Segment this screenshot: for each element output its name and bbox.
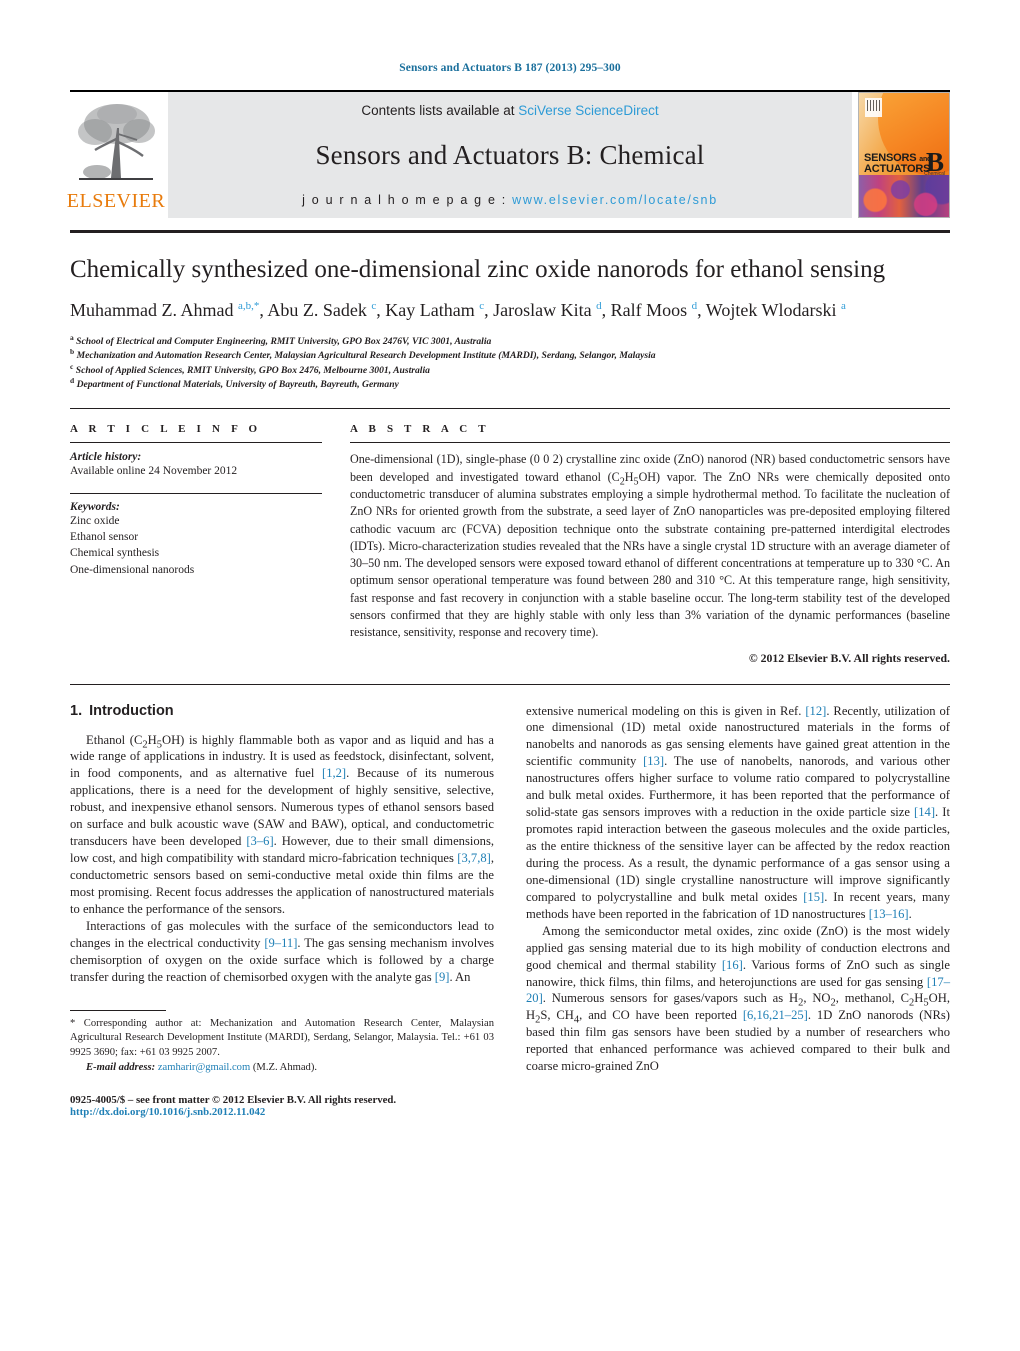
email-link[interactable]: zamharir@gmail.com — [158, 1062, 250, 1073]
paragraph: Interactions of gas molecules with the s… — [70, 918, 494, 984]
author-list: Muhammad Z. Ahmad a,b,*, Abu Z. Sadek c,… — [70, 299, 846, 320]
cover-elsevier-mini-logo-icon — [865, 98, 882, 117]
journal-homepage-line: j o u r n a l h o m e p a g e : www.else… — [302, 193, 718, 207]
email-label: E-mail address: — [86, 1062, 156, 1074]
info-abstract-row: A R T I C L E I N F O Article history: A… — [70, 423, 950, 665]
affiliation-marker-d: d — [70, 375, 75, 385]
section-heading-introduction: 1. Introduction — [70, 703, 494, 719]
affiliation-text-a: School of Electrical and Computer Engine… — [76, 335, 492, 347]
affiliation-text-b: Mechanization and Automation Research Ce… — [76, 350, 656, 362]
journal-title: Sensors and Actuators B: Chemical — [315, 140, 705, 170]
paragraph: Among the semiconductor metal oxides, zi… — [526, 923, 951, 1074]
email-note: E-mail address: zamharir@gmail.com (M.Z.… — [70, 1061, 494, 1076]
article-info-column: A R T I C L E I N F O Article history: A… — [70, 423, 322, 665]
affiliation-text-d: Department of Functional Materials, Univ… — [76, 379, 399, 391]
abstract-rule — [350, 442, 950, 444]
affiliation-d: d Department of Functional Materials, Un… — [70, 375, 950, 392]
section-title: Introduction — [89, 702, 174, 719]
copyright-line: © 2012 Elsevier B.V. All rights reserved… — [748, 650, 950, 665]
abstract-bottom-rule — [70, 683, 950, 685]
paragraph: Ethanol (C2H5OH) is highly flammable bot… — [70, 732, 495, 916]
paper-page: Sensors and Actuators B 187 (2013) 295–3… — [0, 0, 1020, 1351]
masthead-bottom-rule — [70, 230, 950, 233]
cover-series-subtitle: Chemical — [924, 171, 945, 178]
cover-line1: SENSORS — [864, 151, 917, 164]
article-history-value: Available online 24 November 2012 — [70, 465, 238, 478]
homepage-label: j o u r n a l h o m e p a g e : — [302, 193, 507, 207]
corresponding-author-note: * Corresponding author at: Mechanization… — [70, 1017, 494, 1059]
journal-cover-thumbnail: SENSORS and ACTUATORS B Chemical — [858, 92, 950, 218]
paragraph: extensive numerical modeling on this is … — [526, 703, 950, 921]
affiliation-marker-c: c — [70, 361, 74, 371]
footnote-rule — [70, 1009, 166, 1011]
affiliation-a: a School of Electrical and Computer Engi… — [70, 332, 950, 349]
affiliation-text-c: School of Applied Sciences, RMIT Univers… — [75, 364, 430, 376]
contents-prefix: Contents lists available at — [361, 103, 519, 118]
article-history-label: Article history: — [70, 451, 142, 464]
page-title: Chemically synthesized one-dimensional z… — [70, 256, 886, 283]
email-owner: (M.Z. Ahmad). — [252, 1062, 318, 1074]
article-info-heading: A R T I C L E I N F O — [70, 423, 262, 436]
cover-bottom-gradient — [859, 174, 949, 217]
keywords-label: Keywords: — [70, 500, 120, 513]
affiliation-marker-b: b — [70, 347, 75, 357]
abstract-text: One-dimensional (1D), single-phase (0 0 … — [350, 452, 951, 640]
elsevier-logo: ELSEVIER — [66, 92, 166, 218]
elsevier-tree-icon — [73, 98, 159, 190]
abstract-column: A B S T R A C T One-dimensional (1D), si… — [350, 423, 950, 665]
footnote-block: * Corresponding author at: Mechanization… — [70, 1009, 494, 1118]
running-head: Sensors and Actuators B 187 (2013) 295–3… — [399, 62, 621, 74]
article-info-rule — [70, 442, 322, 444]
keyword-item: Chemical synthesis — [70, 547, 160, 560]
issn-line: 0925-4005/$ – see front matter © 2012 El… — [70, 1093, 397, 1106]
doi-link[interactable]: http://dx.doi.org/10.1016/j.snb.2012.11.… — [70, 1106, 494, 1118]
abstract-heading: A B S T R A C T — [350, 423, 490, 436]
body-columns: 1. Introduction Ethanol (C2H5OH) is highl… — [70, 703, 950, 1118]
keywords-rule — [70, 492, 322, 494]
affiliation-marker-a: a — [70, 332, 74, 342]
affiliation-b: b Mechanization and Automation Research … — [70, 347, 950, 363]
affiliation-list: a School of Electrical and Computer Engi… — [70, 332, 950, 393]
elsevier-wordmark: ELSEVIER — [66, 190, 166, 212]
section-number: 1. — [70, 702, 83, 719]
keyword-item: One-dimensional nanorods — [70, 563, 195, 576]
journal-masthead: ELSEVIER Contents lists available at Sci… — [66, 90, 950, 218]
sciencedirect-link[interactable]: SciVerse ScienceDirect — [518, 103, 658, 118]
title-block: Chemically synthesized one-dimensional z… — [70, 255, 950, 392]
body-right-column: extensive numerical modeling on this is … — [526, 703, 950, 1118]
body-left-column: 1. Introduction Ethanol (C2H5OH) is highl… — [70, 703, 494, 1118]
contents-available-line: Contents lists available at SciVerse Sci… — [361, 103, 658, 118]
journal-band: Contents lists available at SciVerse Sci… — [168, 92, 852, 218]
keyword-item: Zinc oxide — [70, 514, 120, 527]
title-bottom-rule — [70, 408, 950, 410]
keyword-item: Ethanol sensor — [70, 531, 139, 544]
affiliation-c: c School of Applied Sciences, RMIT Unive… — [70, 361, 950, 378]
homepage-link[interactable]: www.elsevier.com/locate/snb — [512, 193, 718, 207]
